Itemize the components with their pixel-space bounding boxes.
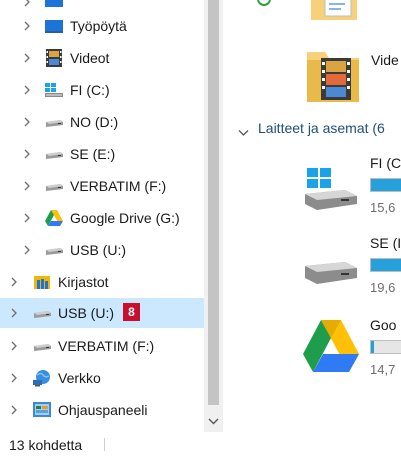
drive-usage-fill: [371, 179, 401, 191]
nav-item-label: Videot: [70, 50, 110, 66]
drive-icon: [44, 113, 64, 131]
nav-item-drive-e[interactable]: SE (E:): [0, 139, 204, 169]
google-drive-icon: [44, 209, 64, 227]
nav-item-label: Verkko: [58, 370, 101, 386]
status-bar: 13 kohdetta: [0, 432, 401, 457]
nav-item-kirjastot[interactable]: Kirjastot: [0, 267, 204, 297]
nav-item-drive-c[interactable]: FI (C:): [0, 75, 204, 105]
chevron-right-icon[interactable]: [22, 244, 32, 256]
nav-item-label: Kirjastot: [58, 274, 109, 290]
libraries-icon: [32, 273, 52, 291]
content-pane[interactable]: Vide Laitteet ja asemat (6 FI (C 15,6 SE…: [223, 0, 401, 432]
chevron-right-icon[interactable]: [22, 20, 32, 32]
nav-item-ohjauspaneeli[interactable]: Ohjauspaneeli: [0, 395, 204, 425]
network-icon: [32, 369, 52, 387]
nav-item-drive-g[interactable]: Google Drive (G:): [0, 203, 204, 233]
chevron-right-icon[interactable]: [9, 404, 19, 416]
drive-usage-fill: [371, 259, 401, 271]
sync-status-icon: [257, 0, 271, 11]
nav-item-label: VERBATIM (F:): [58, 338, 155, 354]
folder-label: Vide: [371, 52, 399, 68]
folder-item-videot[interactable]: Vide: [303, 42, 401, 106]
status-separator: [104, 438, 105, 451]
item-count: 13 kohdetta: [9, 437, 83, 453]
drive-icon: [44, 145, 64, 163]
nav-item-drive-f[interactable]: VERBATIM (F:): [0, 171, 204, 201]
nav-item-drive-u[interactable]: USB (U:): [0, 235, 204, 265]
nav-scrollbar[interactable]: [204, 0, 223, 432]
drive-icon: [301, 252, 361, 297]
desktop-icon: [44, 17, 64, 35]
control-panel-icon: [32, 401, 52, 419]
drive-free-space: 19,6: [370, 280, 396, 295]
drive-item-g[interactable]: Goo 14,7: [301, 312, 401, 377]
nav-item-verkko[interactable]: Verkko: [0, 363, 204, 393]
drive-name: Goo: [370, 317, 397, 333]
drive-icon: [44, 177, 64, 195]
drive-item-c[interactable]: FI (C 15,6: [301, 150, 401, 217]
nav-item-label: USB (U:): [70, 242, 126, 258]
chevron-down-icon[interactable]: [238, 125, 249, 143]
nav-item-tyopoyta[interactable]: Työpöytä: [0, 11, 204, 41]
nav-item-videot[interactable]: Videot: [0, 43, 204, 73]
chevron-right-icon[interactable]: [9, 372, 19, 384]
chevron-right-icon[interactable]: [22, 52, 32, 64]
nav-item-usb-selected[interactable]: USB (U:) 8: [0, 298, 204, 328]
nav-item-label: Google Drive (G:): [70, 210, 180, 226]
chevron-right-icon[interactable]: [22, 84, 32, 96]
nav-item-verbatim[interactable]: VERBATIM (F:): [0, 331, 204, 361]
windows-drive-icon: [44, 81, 64, 99]
nav-item-label: FI (C:): [70, 82, 110, 98]
nav-item-label: Työpöytä: [70, 18, 127, 34]
drive-icon: [32, 337, 52, 355]
chevron-right-icon[interactable]: [22, 148, 32, 160]
drive-free-space: 14,7: [370, 362, 396, 377]
windows-drive-icon: [301, 168, 361, 217]
drive-free-space: 15,6: [370, 200, 396, 215]
drive-usage-fill: [371, 341, 374, 353]
drive-icon: [32, 304, 52, 322]
desktop-icon: [44, 0, 64, 11]
videos-folder-icon: [303, 42, 363, 109]
document-folder-icon: [311, 0, 359, 27]
nav-item-label: SE (E:): [70, 146, 116, 162]
drive-name: FI (C: [370, 155, 401, 171]
drive-usage-bar: [370, 258, 401, 272]
drive-usage-bar: [370, 178, 401, 192]
chevron-right-icon[interactable]: [9, 276, 19, 288]
google-drive-icon: [301, 318, 361, 381]
chevron-right-icon[interactable]: [9, 340, 19, 352]
drive-item-e[interactable]: SE (I 19,6: [301, 230, 401, 297]
video-icon: [44, 49, 64, 67]
drive-icon: [44, 241, 64, 259]
section-header-devices[interactable]: Laitteet ja asemat (6: [258, 120, 385, 136]
nav-item-label: NO (D:): [70, 114, 119, 130]
chevron-right-icon[interactable]: [22, 116, 32, 128]
chevron-right-icon[interactable]: [22, 180, 32, 192]
folder-item-partial[interactable]: [253, 0, 401, 24]
step-badge: 8: [123, 303, 140, 321]
chevron-down-icon[interactable]: [208, 413, 219, 425]
nav-item-label: USB (U:): [58, 305, 114, 321]
nav-item-drive-d[interactable]: NO (D:): [0, 107, 204, 137]
nav-item-label: VERBATIM (F:): [70, 178, 167, 194]
drive-usage-bar: [370, 340, 401, 354]
chevron-right-icon[interactable]: [9, 307, 19, 319]
nav-item-label: Ohjauspaneeli: [58, 402, 148, 418]
scrollbar-thumb[interactable]: [208, 0, 219, 405]
chevron-right-icon[interactable]: [22, 0, 32, 8]
drive-name: SE (I: [370, 235, 401, 251]
chevron-right-icon[interactable]: [22, 212, 32, 224]
navigation-pane[interactable]: Työpöytä Videot FI (C:) NO (D:) SE (E:) …: [0, 0, 204, 432]
